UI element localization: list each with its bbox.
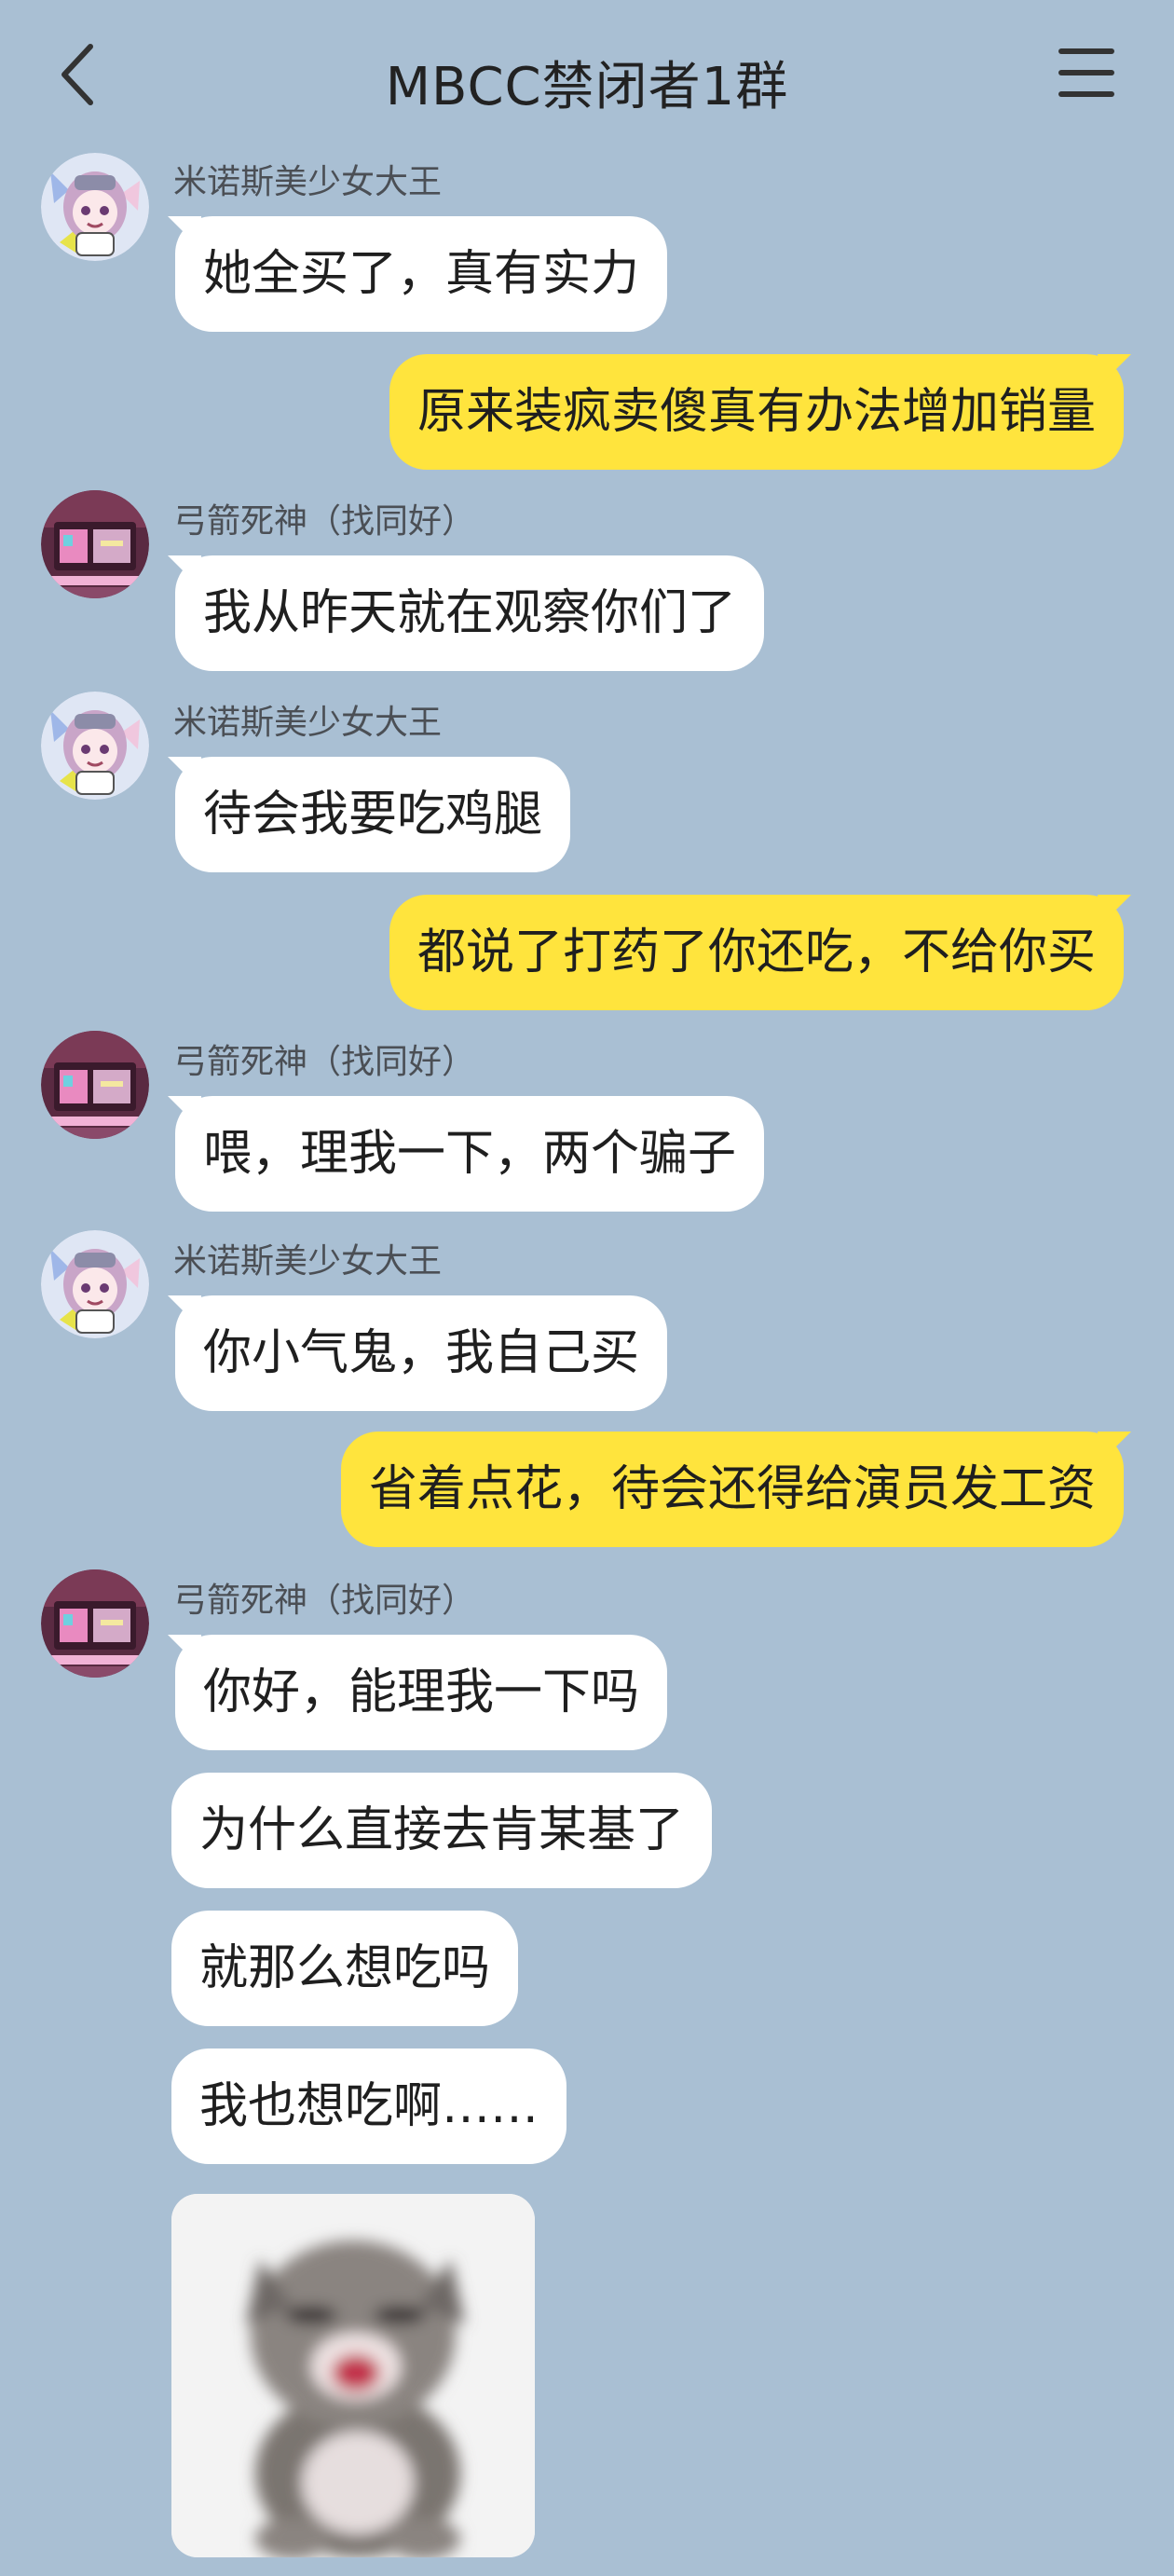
chat-header: MBCC禁闭者1群 — [0, 0, 1174, 149]
message-bubble[interactable]: 我从昨天就在观察你们了 — [175, 555, 765, 671]
message-bubble[interactable]: 你小气鬼，我自己买 — [175, 1295, 668, 1411]
avatar-archer[interactable] — [41, 1031, 149, 1139]
message-bubble[interactable]: 我也想吃啊…… — [171, 2048, 567, 2164]
message-bubble[interactable]: 待会我要吃鸡腿 — [175, 757, 571, 872]
sender-name: 弓箭死神（找同好） — [173, 1582, 476, 1620]
arcade-machine-avatar-icon — [41, 1569, 149, 1678]
message-bubble[interactable]: 她全买了，真有实力 — [175, 216, 668, 332]
anime-girl-avatar-icon — [41, 1230, 149, 1338]
crying-cat-sticker — [171, 2194, 535, 2557]
arcade-machine-avatar-icon — [41, 1031, 149, 1139]
menu-icon — [1058, 48, 1114, 54]
message-bubble[interactable]: 喂，理我一下，两个骗子 — [175, 1096, 765, 1212]
menu-button[interactable] — [1058, 48, 1118, 104]
avatar-archer[interactable] — [41, 490, 149, 598]
sender-name: 弓箭死神（找同好） — [173, 502, 476, 541]
message-bubble-own[interactable]: 省着点花，待会还得给演员发工资 — [340, 1432, 1124, 1547]
sender-name: 米诺斯美少女大王 — [173, 163, 443, 201]
avatar-archer[interactable] — [41, 1569, 149, 1678]
message-bubble-own[interactable]: 都说了打药了你还吃，不给你买 — [389, 895, 1124, 1010]
sender-name: 弓箭死神（找同好） — [173, 1043, 476, 1081]
message-bubble[interactable]: 就那么想吃吗 — [171, 1911, 519, 2026]
sender-name: 米诺斯美少女大王 — [173, 704, 443, 742]
avatar-mino[interactable] — [41, 153, 149, 261]
arcade-machine-avatar-icon — [41, 490, 149, 598]
avatar-mino[interactable] — [41, 1230, 149, 1338]
sticker-message[interactable] — [171, 2194, 535, 2557]
anime-girl-avatar-icon — [41, 153, 149, 261]
chat-title: MBCC禁闭者1群 — [385, 57, 789, 117]
message-bubble-own[interactable]: 原来装疯卖傻真有办法增加销量 — [389, 354, 1124, 470]
anime-girl-avatar-icon — [41, 692, 149, 800]
message-bubble[interactable]: 为什么直接去肯某基了 — [171, 1773, 713, 1888]
sender-name: 米诺斯美少女大王 — [173, 1242, 443, 1281]
avatar-mino[interactable] — [41, 692, 149, 800]
message-bubble[interactable]: 你好，能理我一下吗 — [175, 1635, 668, 1750]
